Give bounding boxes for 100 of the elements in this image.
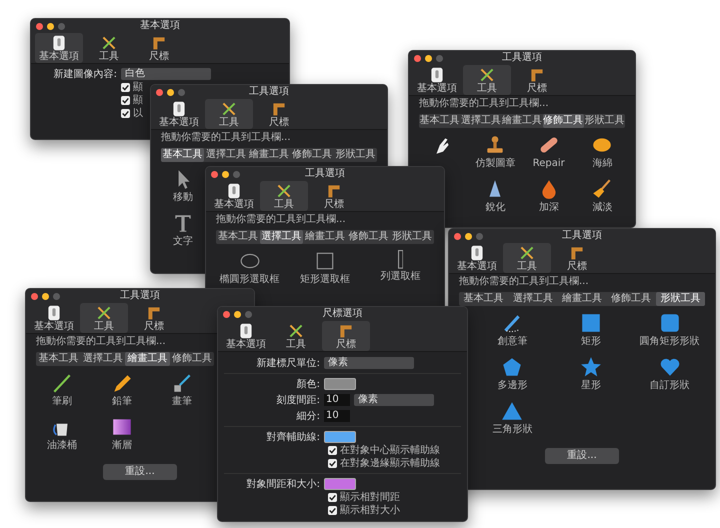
category-tab[interactable]: 繪畫工具: [303, 230, 347, 244]
reset-button[interactable]: 重設...: [545, 448, 619, 464]
checkbox-label: 在對象中心顯示輔助線: [340, 444, 440, 456]
minimize-button[interactable]: [222, 170, 229, 178]
category-tab[interactable]: 修飾工具: [290, 148, 334, 162]
close-button[interactable]: [223, 310, 230, 318]
category-tab[interactable]: 修飾工具: [606, 292, 656, 306]
category-tab[interactable]: 形狀工具: [334, 148, 378, 162]
unit-dropdown[interactable]: 像素: [354, 394, 434, 406]
toolbar-tab[interactable]: 工具: [205, 99, 253, 129]
category-tab[interactable]: 選擇工具: [204, 148, 248, 162]
checkbox[interactable]: [121, 109, 130, 118]
window-title: 工具選項: [305, 168, 345, 179]
toolbar-tab[interactable]: 工具: [80, 303, 128, 333]
close-button[interactable]: [414, 54, 421, 62]
window-title: 尺標選項: [322, 308, 362, 319]
tool-label: 多邊形: [497, 380, 528, 392]
toolbar-tab[interactable]: 尺標: [553, 243, 601, 273]
minimize-button[interactable]: [425, 54, 432, 62]
category-tab[interactable]: 選擇工具: [260, 230, 304, 244]
reset-button[interactable]: 重設...: [103, 464, 177, 480]
window-title: 工具選項: [502, 52, 542, 63]
toolbar-tab[interactable]: 工具: [85, 33, 133, 63]
field-label: 新建標尺單位:: [256, 356, 320, 370]
minimize-button[interactable]: [167, 88, 174, 96]
switch-icon: [238, 322, 254, 338]
checkbox-label: 顯: [133, 82, 143, 94]
toolbar-tab[interactable]: 尺標: [310, 181, 358, 211]
category-tab[interactable]: 繪畫工具: [125, 352, 170, 366]
minimize-button[interactable]: [465, 232, 472, 240]
checkbox-label: 在對象邊緣顯示輔助線: [340, 458, 440, 470]
category-tab[interactable]: 繪畫工具: [247, 148, 291, 162]
toolbar-tab[interactable]: 尺標: [130, 303, 178, 333]
minimize-button[interactable]: [42, 292, 49, 300]
category-tab[interactable]: 基本工具: [36, 352, 80, 366]
category-tab[interactable]: 基本工具: [419, 114, 460, 128]
checkbox[interactable]: [121, 83, 130, 92]
window-title: 工具選項: [562, 230, 602, 241]
checkbox[interactable]: [328, 459, 337, 468]
field-label: 對齊輔助線:: [266, 430, 320, 444]
subdivisions-field[interactable]: 10: [324, 410, 350, 422]
color-swatch[interactable]: [324, 431, 356, 443]
toolbar-tab[interactable]: 基本選項: [35, 33, 83, 63]
minimize-button[interactable]: [47, 22, 54, 30]
square-icon: [580, 312, 602, 334]
checkbox[interactable]: [328, 446, 337, 455]
checkbox[interactable]: [121, 96, 130, 105]
switch-icon: [429, 66, 445, 82]
broom-icon: [591, 178, 614, 200]
spacing-field[interactable]: 10: [324, 394, 350, 406]
category-tab[interactable]: 形狀工具: [656, 292, 706, 306]
toolbar-tab[interactable]: 工具: [503, 243, 551, 273]
category-tab[interactable]: 繪畫工具: [501, 114, 543, 128]
close-button[interactable]: [36, 22, 43, 30]
category-tab[interactable]: 修飾工具: [346, 230, 390, 244]
toolbar-tab[interactable]: 基本選項: [222, 321, 270, 351]
toolbar-tab[interactable]: 基本選項: [453, 243, 501, 273]
close-button[interactable]: [31, 292, 38, 300]
category-tab[interactable]: 形狀工具: [390, 230, 434, 244]
toolbar-tab[interactable]: 工具: [463, 65, 511, 95]
toolbar-tab[interactable]: 基本選項: [155, 99, 203, 129]
toolbar-tab[interactable]: 尺標: [255, 99, 303, 129]
unit-dropdown[interactable]: 像素: [324, 357, 414, 369]
checkbox[interactable]: [328, 493, 337, 502]
color-swatch[interactable]: [324, 478, 356, 490]
category-tab[interactable]: 修飾工具: [170, 352, 214, 366]
background-dropdown[interactable]: 白色: [121, 68, 211, 80]
category-tab[interactable]: 選擇工具: [80, 352, 125, 366]
toolbar-tab[interactable]: 工具: [272, 321, 320, 351]
tool-label: 創意筆: [497, 336, 528, 348]
checkbox-label: 顯示相對間距: [340, 492, 400, 504]
tool-label: 文字: [173, 236, 193, 248]
triangle-icon: [501, 400, 524, 422]
rounded-square-icon: [658, 312, 681, 334]
toolbar-tab[interactable]: 尺標: [135, 33, 183, 63]
category-tab[interactable]: 修飾工具: [542, 114, 584, 128]
color-swatch[interactable]: [324, 378, 356, 390]
minimize-button[interactable]: [234, 310, 241, 318]
category-tab[interactable]: 選擇工具: [508, 292, 558, 306]
checkbox-label: 顯: [133, 94, 143, 106]
category-tab[interactable]: 選擇工具: [460, 114, 502, 128]
close-button[interactable]: [156, 88, 163, 96]
category-tab[interactable]: 基本工具: [216, 230, 260, 244]
toolbar-tab[interactable]: 尺標: [322, 321, 370, 351]
toolbar-tab[interactable]: 尺標: [513, 65, 561, 95]
toolbar-tab[interactable]: 工具: [260, 181, 308, 211]
toolbar-tab[interactable]: 基本選項: [210, 181, 258, 211]
toolbar-tab[interactable]: 基本選項: [413, 65, 461, 95]
close-button[interactable]: [211, 170, 218, 178]
toolbar-tab[interactable]: 基本選項: [30, 303, 78, 333]
checkbox[interactable]: [328, 506, 337, 515]
star-icon: [580, 356, 602, 378]
close-button[interactable]: [454, 232, 461, 240]
category-tab[interactable]: 形狀工具: [584, 114, 626, 128]
tool-label: 移動: [173, 192, 193, 204]
tool-label: 矩形選取框: [300, 274, 350, 286]
category-tab[interactable]: 基本工具: [459, 292, 508, 306]
category-tab[interactable]: 基本工具: [161, 148, 204, 162]
category-tab[interactable]: 繪畫工具: [557, 292, 607, 306]
tool-label: 銳化: [485, 202, 506, 214]
